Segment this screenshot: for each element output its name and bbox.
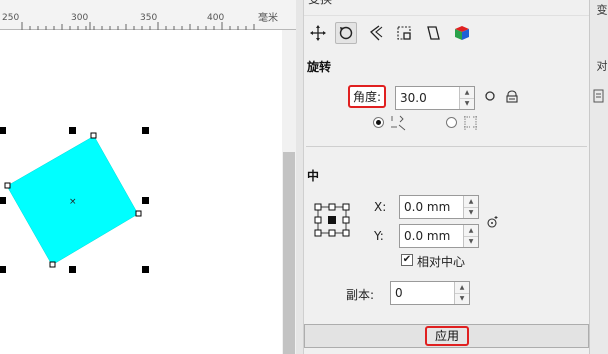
lock-proportion-icon[interactable] (505, 90, 519, 104)
docker-tab-icon[interactable] (592, 88, 606, 104)
selection-handle[interactable] (142, 266, 149, 273)
selection-handle[interactable] (142, 127, 149, 134)
x-value[interactable]: 0.0 mm (400, 196, 463, 218)
position-tool-icon[interactable] (307, 22, 329, 44)
selection-handle[interactable] (0, 197, 6, 204)
relative-center-checkbox[interactable]: ✔ (401, 254, 413, 266)
ruler-label: 250 (2, 13, 20, 23)
rotate-tool-icon[interactable] (335, 22, 357, 44)
clockwise-rotate-icon[interactable] (484, 90, 496, 102)
up-arrow-icon[interactable]: ▲ (464, 225, 478, 236)
x-label: X: (374, 200, 387, 214)
node-handle[interactable] (4, 182, 11, 189)
docker-title-bar: 变换 (304, 0, 589, 16)
rotate-mode-radio[interactable] (446, 117, 457, 128)
node-handle[interactable] (49, 261, 56, 268)
selection-handle[interactable] (69, 127, 76, 134)
apply-button[interactable]: 应用 (425, 326, 469, 346)
center-section-title: 中 (307, 169, 320, 183)
x-stepper[interactable]: ▲ ▼ (463, 196, 478, 218)
down-arrow-icon[interactable]: ▼ (464, 206, 478, 218)
copies-value[interactable]: 0 (391, 282, 454, 304)
flip-horizontal-icon (391, 115, 406, 131)
angle-value[interactable]: 30.0 (396, 87, 459, 109)
ruler-label: 350 (140, 13, 158, 23)
angle-label: 角度: (348, 85, 387, 108)
selection-handle[interactable] (142, 197, 149, 204)
rotate-section-title: 旋转 (307, 60, 332, 74)
docker-tab-strip (589, 0, 608, 354)
ruler-label: 400 (207, 13, 225, 23)
selection-handle[interactable] (69, 266, 76, 273)
angle-stepper[interactable]: ▲ ▼ (459, 87, 474, 109)
y-spinbox[interactable]: 0.0 mm ▲ ▼ (399, 224, 479, 248)
section-divider (306, 146, 587, 147)
selection-handle[interactable] (0, 127, 6, 134)
y-value[interactable]: 0.0 mm (400, 225, 463, 247)
down-arrow-icon[interactable]: ▼ (460, 97, 474, 109)
docker-splitter[interactable] (296, 0, 304, 354)
y-label: Y: (374, 229, 384, 243)
node-handle[interactable] (90, 132, 97, 139)
node-handle[interactable] (135, 210, 142, 217)
3d-color-cube-icon[interactable] (451, 22, 473, 44)
copies-spinbox[interactable]: 0 ▲ ▼ (390, 281, 470, 305)
down-arrow-icon[interactable]: ▼ (455, 292, 469, 304)
scale-mirror-tool-icon[interactable] (365, 22, 387, 44)
size-tool-icon[interactable] (393, 22, 415, 44)
y-stepper[interactable]: ▲ ▼ (463, 225, 478, 247)
angle-spinbox[interactable]: 30.0 ▲ ▼ (395, 86, 475, 110)
up-arrow-icon[interactable]: ▲ (460, 87, 474, 98)
ruler-unit: 毫米 (258, 13, 278, 24)
target-center-icon[interactable] (486, 215, 500, 229)
relative-center-label: 相对中心 (417, 255, 466, 269)
copies-stepper[interactable]: ▲ ▼ (454, 282, 469, 304)
canvas-drawing[interactable]: × (0, 0, 282, 354)
copies-label: 副本: (346, 288, 375, 302)
ruler-label: 300 (71, 13, 89, 23)
drawing-canvas[interactable]: × (0, 0, 282, 354)
selection-handle[interactable] (0, 266, 6, 273)
down-arrow-icon[interactable]: ▼ (464, 235, 478, 247)
skew-tool-icon[interactable] (422, 22, 444, 44)
rotate-copy-mode-radio[interactable] (373, 117, 384, 128)
tab-align[interactable]: 对 (593, 60, 608, 71)
up-arrow-icon[interactable]: ▲ (464, 196, 478, 207)
flip-vertical-icon (464, 116, 478, 130)
up-arrow-icon[interactable]: ▲ (455, 282, 469, 293)
horizontal-ruler: 250 300 350 400 毫米 (0, 0, 296, 30)
docker-title: 变换 (308, 0, 332, 7)
x-spinbox[interactable]: 0.0 mm ▲ ▼ (399, 195, 479, 219)
anchor-point-grid-icon[interactable] (313, 202, 351, 238)
tab-transform[interactable]: 变 (593, 4, 608, 15)
scrollbar-thumb[interactable] (283, 152, 295, 354)
center-marker: × (69, 197, 77, 207)
